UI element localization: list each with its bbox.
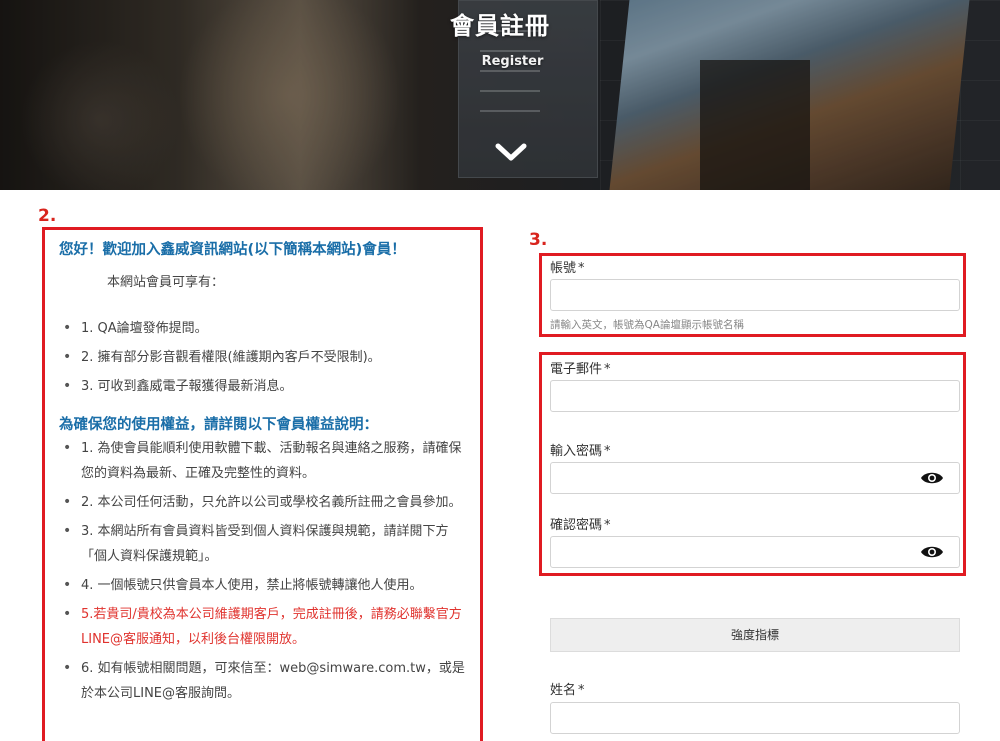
required-mark: * — [578, 683, 585, 698]
list-item: 3. 本網站所有會員資料皆受到個人資料保護與規範，請詳閱下方「個人資料保護規範」… — [59, 519, 470, 569]
password-label-text: 輸入密碼 — [550, 444, 603, 459]
eye-icon[interactable] — [919, 468, 945, 488]
confirm-password-label: 確認密碼 * — [550, 514, 611, 533]
email-label-text: 電子郵件 — [550, 362, 603, 377]
account-hint: 請輸入英文，帳號為QA論壇顯示帳號名稱 — [550, 319, 744, 331]
page-title: 會員註冊 — [450, 12, 550, 40]
member-info-panel: 您好！歡迎加入鑫威資訊網站(以下簡稱本網站)會員！ 本網站會員可享有： 1. Q… — [42, 227, 483, 741]
list-item: 2. 擁有部分影音觀看權限(維護期內客戶不受限制)。 — [59, 345, 470, 370]
account-label-text: 帳號 — [550, 261, 577, 276]
required-mark: * — [604, 444, 611, 459]
password-strength-indicator[interactable]: 強度指標 — [550, 618, 960, 652]
email-input[interactable] — [550, 380, 960, 412]
list-item: 4. 一個帳號只供會員本人使用，禁止將帳號轉讓他人使用。 — [59, 573, 470, 598]
list-item: 2. 本公司任何活動，只允許以公司或學校名義所註冊之會員參加。 — [59, 490, 470, 515]
benefits-intro: 本網站會員可享有： — [107, 275, 225, 290]
required-mark: * — [578, 261, 585, 276]
list-item: 3. 可收到鑫威電子報獲得最新消息。 — [59, 374, 470, 399]
chevron-down-icon[interactable] — [495, 140, 527, 164]
required-mark: * — [604, 362, 611, 377]
account-input[interactable] — [550, 279, 960, 311]
password-label: 輸入密碼 * — [550, 440, 611, 459]
step-marker-3: 3. — [529, 230, 548, 250]
account-label: 帳號 * — [550, 257, 585, 276]
name-label: 姓名 * — [550, 679, 585, 698]
hero-banner: 會員註冊 Register — [0, 0, 1000, 190]
rules-list: 1. 為使會員能順利使用軟體下載、活動報名與連絡之服務，請確保您的資料為最新、正… — [59, 436, 470, 706]
required-mark: * — [604, 518, 611, 533]
email-label: 電子郵件 * — [550, 358, 611, 377]
name-input[interactable] — [550, 702, 960, 734]
list-item: 1. QA論壇發佈提問。 — [59, 316, 470, 341]
page-subtitle: Register — [481, 54, 544, 69]
welcome-heading: 您好！歡迎加入鑫威資訊網站(以下簡稱本網站)會員！ — [59, 242, 406, 258]
list-item: 1. 為使會員能順利使用軟體下載、活動報名與連絡之服務，請確保您的資料為最新、正… — [59, 436, 470, 486]
confirm-password-input[interactable] — [550, 536, 960, 568]
list-item-warning: 5.若貴司/貴校為本公司維護期客戶，完成註冊後，請務必聯繫官方LINE@客服通知… — [59, 602, 470, 652]
password-input[interactable] — [550, 462, 960, 494]
benefits-list: 1. QA論壇發佈提問。 2. 擁有部分影音觀看權限(維護期內客戶不受限制)。 … — [59, 316, 470, 399]
name-label-text: 姓名 — [550, 683, 577, 698]
rules-heading: 為確保您的使用權益，請詳閱以下會員權益說明： — [59, 417, 378, 433]
list-item: 6. 如有帳號相關問題，可來信至：web@simware.com.tw，或是於本… — [59, 656, 470, 706]
step-marker-2: 2. — [38, 206, 57, 226]
eye-icon[interactable] — [919, 542, 945, 562]
confirm-label-text: 確認密碼 — [550, 518, 603, 533]
